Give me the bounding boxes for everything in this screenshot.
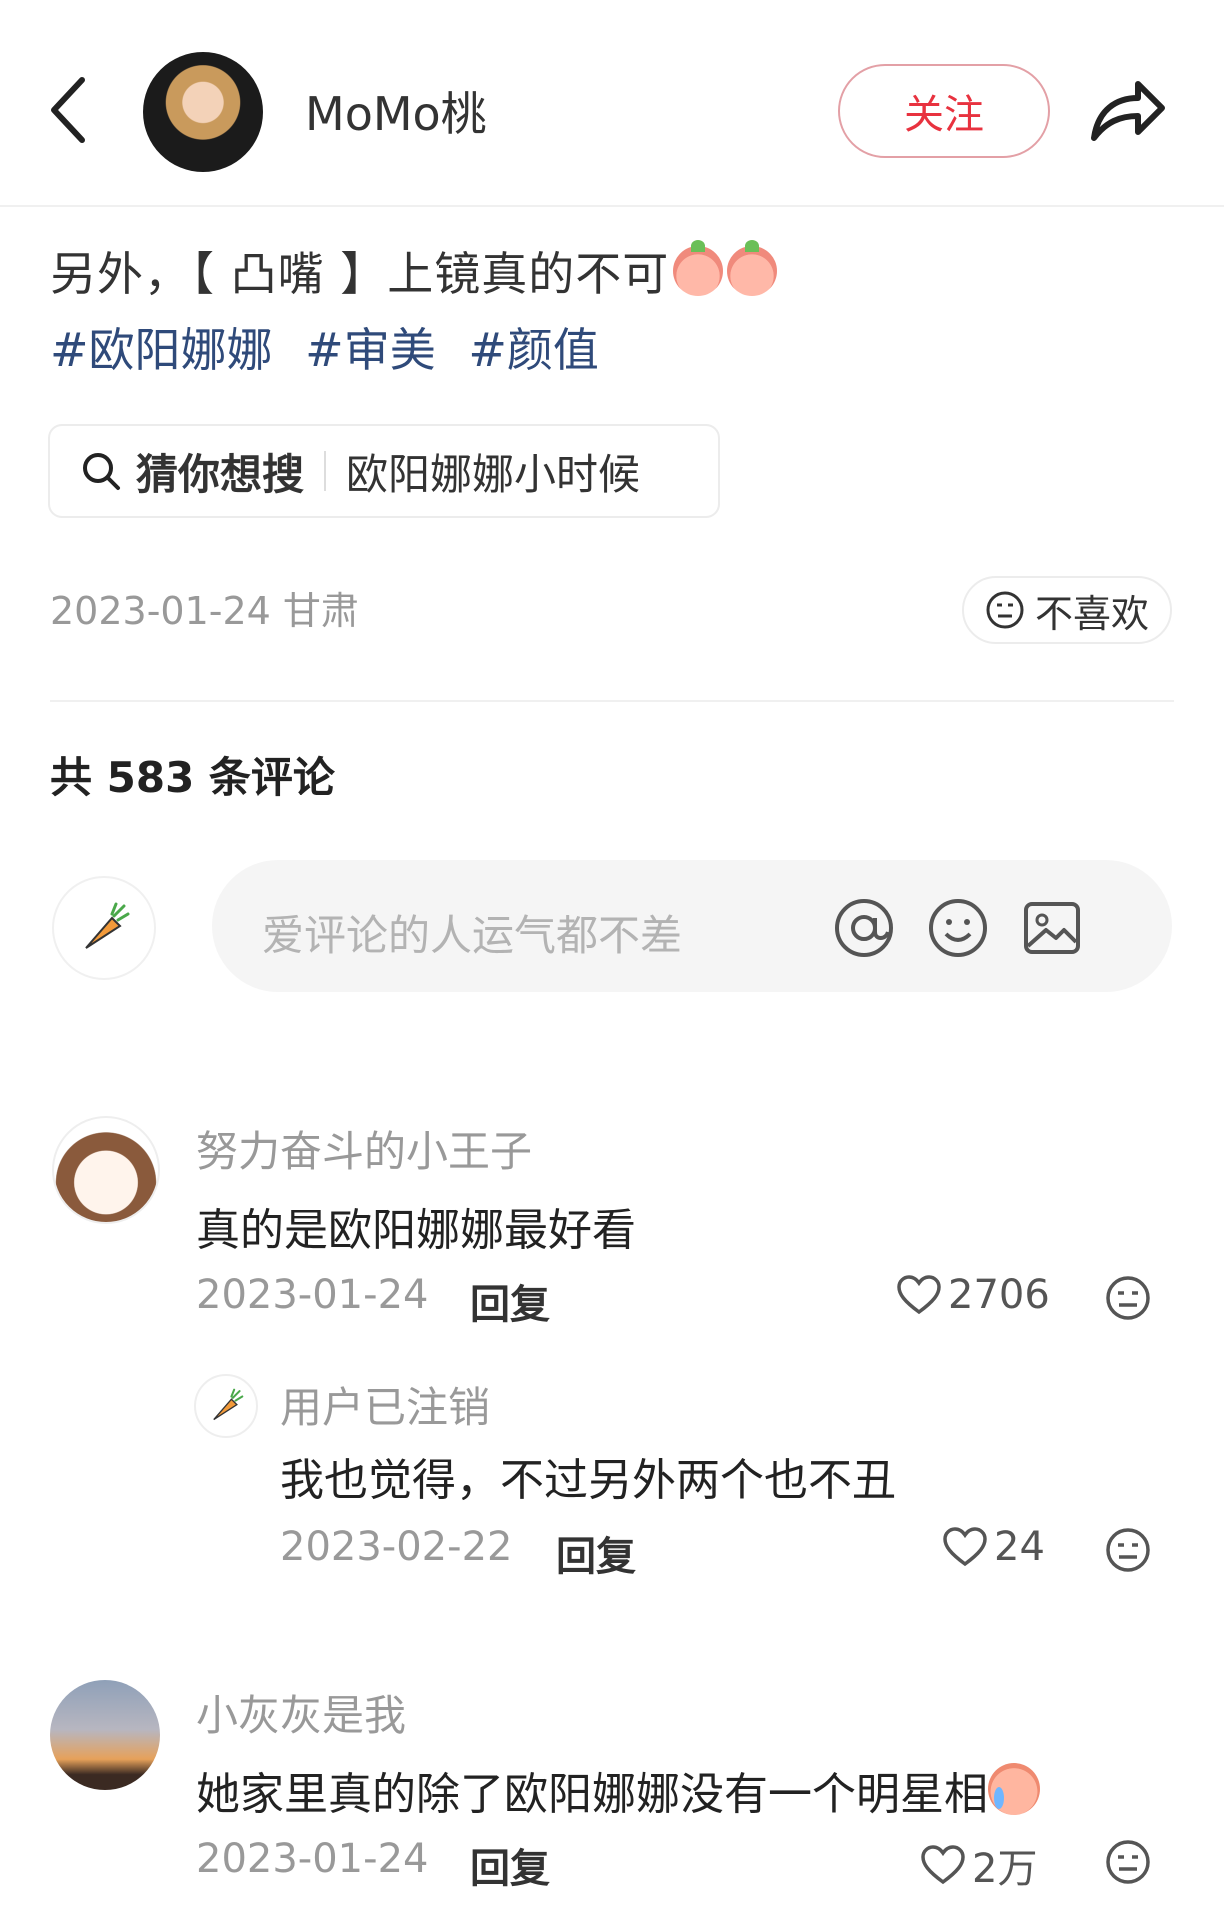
- dislike-label: 不喜欢: [1034, 591, 1149, 636]
- comment-text: 我也觉得，不过另外两个也不丑: [280, 1455, 896, 1506]
- commenter-name[interactable]: 小灰灰是我: [196, 1682, 406, 1743]
- follow-button[interactable]: 关注: [838, 64, 1050, 158]
- comment-input-placeholder: 爱评论的人运气都不差: [262, 911, 683, 960]
- comment-text: 她家里真的除了欧阳娜娜没有一个明星相: [196, 1758, 1040, 1822]
- hashtags: #欧阳娜娜 #审美 #颜值: [50, 314, 617, 380]
- back-arrow-icon[interactable]: [40, 70, 100, 150]
- heart-icon: [921, 1845, 965, 1885]
- heart-icon: [897, 1275, 941, 1315]
- carrot-icon: [213, 1388, 244, 1421]
- like-button[interactable]: 24: [942, 1524, 1045, 1570]
- divider: [50, 700, 1174, 702]
- like-count: 2706: [948, 1272, 1050, 1318]
- comment-count: 共 583 条评论: [50, 753, 335, 802]
- dislike-button[interactable]: 不喜欢: [962, 576, 1172, 644]
- comment-date: 2023-01-24: [196, 1836, 429, 1882]
- hashtag-link[interactable]: #欧阳娜娜: [50, 323, 273, 377]
- meh-face-icon[interactable]: [1104, 1838, 1152, 1886]
- peach-emoji-icon: [727, 240, 778, 296]
- image-icon[interactable]: [1018, 894, 1086, 962]
- search-icon: [83, 453, 120, 490]
- guess-query: 欧阳娜娜小时候: [346, 449, 641, 499]
- commenter-avatar[interactable]: [50, 1680, 160, 1790]
- hashtag-link[interactable]: #审美: [305, 323, 436, 377]
- heart-icon: [943, 1527, 987, 1567]
- post-text: 另外，【 凸嘴 】上镜真的不可: [50, 238, 778, 304]
- mention-icon[interactable]: [830, 894, 898, 962]
- comment-input[interactable]: 爱评论的人运气都不差: [212, 860, 1172, 992]
- peach-emoji-icon: [673, 240, 724, 296]
- comment-text: 真的是欧阳娜娜最好看: [196, 1205, 636, 1256]
- top-bar: MoMo桃 关注: [0, 0, 1224, 207]
- meh-face-icon[interactable]: [1104, 1526, 1152, 1574]
- guess-search-chip[interactable]: 猜你想搜 欧阳娜娜小时候: [48, 424, 720, 518]
- author-avatar[interactable]: [143, 52, 263, 172]
- crying-emoji-icon: [988, 1763, 1040, 1815]
- post-text-content: 另外，【 凸嘴 】上镜真的不可: [50, 247, 670, 301]
- meh-face-icon[interactable]: [1104, 1274, 1152, 1322]
- reply-button[interactable]: 回复: [556, 1524, 636, 1582]
- commenter-name[interactable]: 努力奋斗的小王子: [196, 1118, 532, 1179]
- like-count: 2万: [972, 1846, 1038, 1892]
- commenter-avatar[interactable]: [52, 1116, 160, 1224]
- like-button[interactable]: 2706: [896, 1272, 1050, 1318]
- emoji-icon[interactable]: [924, 894, 992, 962]
- meh-face-icon: [986, 591, 1024, 629]
- hashtag-link[interactable]: #颜值: [468, 323, 599, 377]
- carrot-icon: [85, 902, 130, 949]
- comment-date: 2023-02-22: [280, 1524, 513, 1570]
- comment-date: 2023-01-24: [196, 1272, 429, 1318]
- my-avatar: [52, 876, 156, 980]
- commenter-name[interactable]: 用户已注销: [280, 1374, 490, 1435]
- author-name[interactable]: MoMo桃: [305, 78, 487, 144]
- share-icon[interactable]: [1088, 76, 1168, 146]
- post-date-location: 2023-01-24 甘肃: [50, 589, 359, 633]
- commenter-avatar[interactable]: [194, 1374, 258, 1438]
- guess-title: 猜你想搜: [136, 449, 305, 499]
- separator: [324, 451, 327, 491]
- comment-text-content: 她家里真的除了欧阳娜娜没有一个明星相: [196, 1769, 988, 1820]
- reply-button[interactable]: 回复: [470, 1836, 550, 1894]
- like-button[interactable]: 2万: [920, 1836, 1037, 1894]
- reply-button[interactable]: 回复: [470, 1272, 550, 1330]
- like-count: 24: [994, 1524, 1045, 1570]
